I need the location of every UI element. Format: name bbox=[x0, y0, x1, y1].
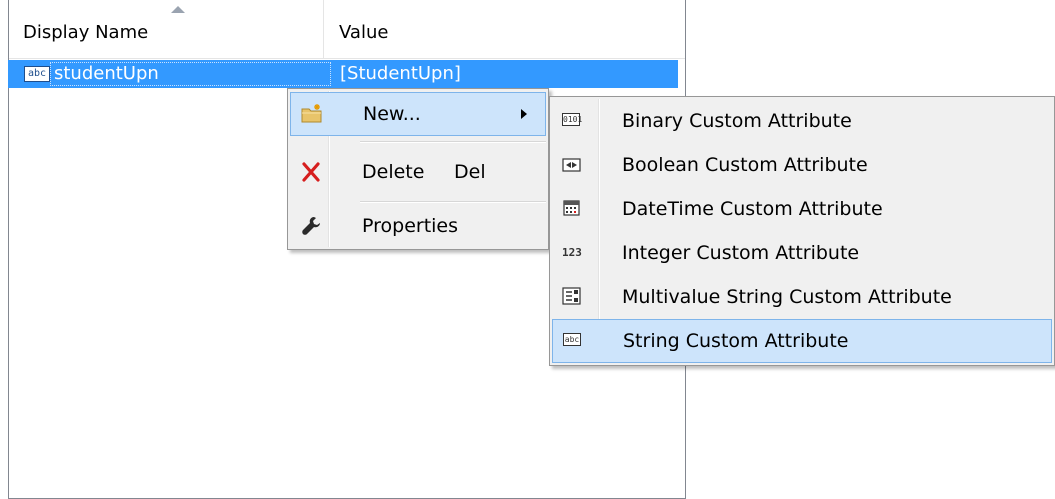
row-value: [StudentUpn] bbox=[340, 63, 461, 84]
sort-ascending-icon bbox=[171, 6, 185, 13]
menu-item-delete[interactable]: Delete Del bbox=[290, 151, 546, 195]
submenu-item-integer-label: Integer Custom Attribute bbox=[622, 242, 860, 264]
menu-separator bbox=[360, 201, 546, 203]
submenu-item-string[interactable]: abc String Custom Attribute bbox=[552, 319, 1052, 363]
submenu-item-binary[interactable]: 0101 Binary Custom Attribute bbox=[552, 99, 1052, 143]
integer-icon: 123 bbox=[562, 246, 582, 259]
menu-item-properties[interactable]: Properties bbox=[290, 205, 546, 249]
submenu-item-boolean[interactable]: Boolean Custom Attribute bbox=[552, 143, 1052, 187]
submenu-item-datetime-label: DateTime Custom Attribute bbox=[622, 198, 883, 220]
menu-item-new[interactable]: New... bbox=[290, 92, 546, 136]
new-submenu: 0101 Binary Custom Attribute Boolean Cus… bbox=[549, 96, 1055, 366]
column-header-display-name[interactable]: Display Name bbox=[9, 0, 324, 58]
submenu-item-multivalue-string[interactable]: Multivalue String Custom Attribute bbox=[552, 275, 1052, 319]
submenu-item-integer[interactable]: 123 Integer Custom Attribute bbox=[552, 231, 1052, 275]
menu-item-delete-label: Delete bbox=[362, 161, 425, 183]
submenu-arrow-icon bbox=[521, 109, 527, 119]
submenu-item-datetime[interactable]: DateTime Custom Attribute bbox=[552, 187, 1052, 231]
row-display-name-cell: abc studentUpn bbox=[20, 60, 159, 88]
list-header: Display Name Value bbox=[9, 0, 685, 59]
string-attribute-icon: abc bbox=[24, 66, 50, 82]
binary-icon-text: 0101 bbox=[562, 113, 583, 126]
row-display-name: studentUpn bbox=[54, 63, 159, 84]
submenu-item-binary-label: Binary Custom Attribute bbox=[622, 110, 852, 132]
column-header-value[interactable]: Value bbox=[325, 0, 687, 58]
menu-item-properties-label: Properties bbox=[362, 215, 459, 237]
column-header-display-name-label: Display Name bbox=[23, 22, 149, 43]
context-menu: New... Delete Del Properties bbox=[287, 88, 549, 250]
binary-icon: 0101 bbox=[562, 113, 582, 129]
multivalue-icon bbox=[562, 287, 581, 305]
submenu-item-string-label: String Custom Attribute bbox=[623, 330, 849, 352]
submenu-item-boolean-label: Boolean Custom Attribute bbox=[622, 154, 868, 176]
menu-item-new-label: New... bbox=[363, 103, 421, 125]
string-icon: abc bbox=[563, 333, 583, 349]
delete-x-icon bbox=[302, 162, 320, 182]
string-icon-text: abc bbox=[563, 333, 581, 346]
menu-item-delete-shortcut: Del bbox=[454, 161, 486, 183]
boolean-icon bbox=[562, 158, 581, 172]
column-header-value-label: Value bbox=[339, 22, 389, 43]
calendar-icon bbox=[563, 200, 580, 216]
menu-separator bbox=[360, 141, 546, 143]
new-folder-icon bbox=[301, 104, 322, 123]
wrench-icon bbox=[302, 217, 320, 235]
table-row[interactable]: abc studentUpn [StudentUpn] bbox=[8, 60, 678, 88]
submenu-item-multivalue-string-label: Multivalue String Custom Attribute bbox=[622, 286, 952, 308]
